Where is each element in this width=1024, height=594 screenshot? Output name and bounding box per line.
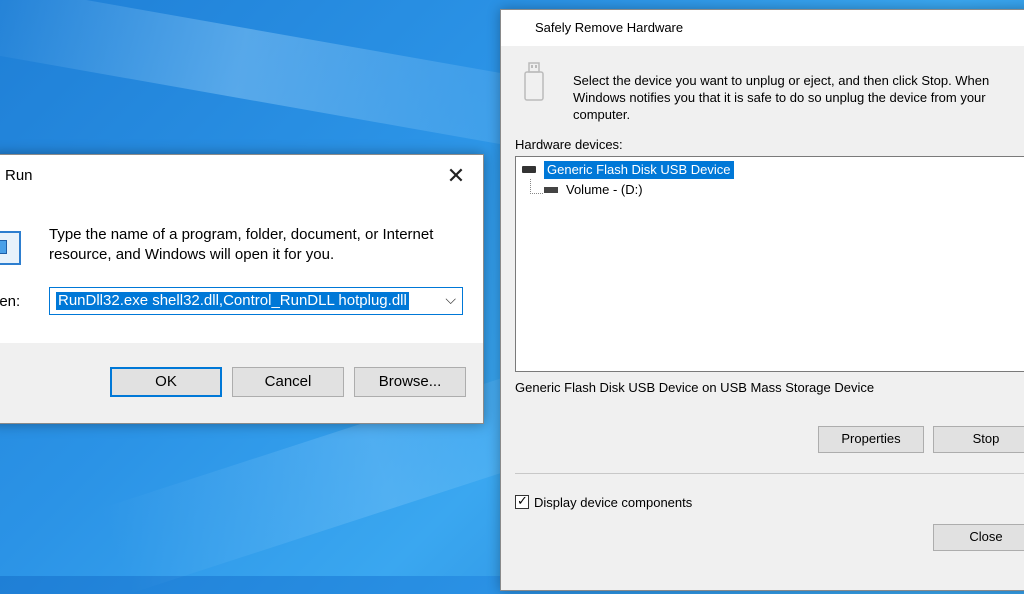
hardware-devices-label: Hardware devices: bbox=[515, 137, 623, 152]
run-description: Type the name of a program, folder, docu… bbox=[49, 226, 434, 263]
command-text: RunDll32.exe shell32.dll,Control_RunDLL … bbox=[56, 292, 409, 310]
divider bbox=[515, 473, 1024, 474]
tree-item-label: Volume - (D:) bbox=[566, 182, 643, 197]
window-title: Safely Remove Hardware bbox=[535, 20, 684, 35]
display-components-checkbox[interactable] bbox=[515, 493, 529, 509]
open-command-input[interactable]: RunDll32.exe shell32.dll,Control_RunDLL … bbox=[49, 287, 463, 315]
selected-device-status: Generic Flash Disk USB Device on USB Mas… bbox=[515, 380, 875, 395]
browse-button[interactable]: Browse... bbox=[354, 367, 466, 397]
close-button[interactable]: Close bbox=[933, 524, 1024, 551]
cancel-button[interactable]: Cancel bbox=[232, 367, 344, 397]
hardware-devices-tree[interactable]: Generic Flash Disk USB Device Volume - (… bbox=[515, 156, 1024, 372]
title-bar[interactable]: Run ✕ bbox=[0, 155, 483, 197]
window-title: Run bbox=[5, 167, 33, 184]
display-components-label[interactable]: Display device components bbox=[534, 495, 692, 510]
ok-button[interactable]: OK bbox=[110, 367, 222, 397]
instructions-text: Select the device you want to unplug or … bbox=[573, 73, 990, 122]
title-bar[interactable]: Safely Remove Hardware bbox=[501, 10, 1024, 46]
dialog-footer: OK Cancel Browse... bbox=[0, 343, 483, 423]
tree-connector-line bbox=[530, 179, 543, 194]
run-dialog: Run ✕ Type the name of a program, folder… bbox=[0, 154, 484, 424]
run-icon bbox=[0, 231, 21, 265]
usb-drive-icon bbox=[524, 62, 544, 101]
chevron-down-icon[interactable]: ⌵ bbox=[445, 291, 456, 308]
volume-icon bbox=[544, 187, 558, 193]
tree-item-label: Generic Flash Disk USB Device bbox=[544, 161, 734, 179]
stop-button[interactable]: Stop bbox=[933, 426, 1024, 453]
close-icon[interactable]: ✕ bbox=[441, 161, 471, 191]
safely-remove-hardware-window: Safely Remove Hardware Select the device… bbox=[500, 9, 1024, 591]
drive-icon bbox=[522, 166, 536, 173]
open-label: pen: bbox=[0, 293, 21, 310]
properties-button[interactable]: Properties bbox=[818, 426, 924, 453]
